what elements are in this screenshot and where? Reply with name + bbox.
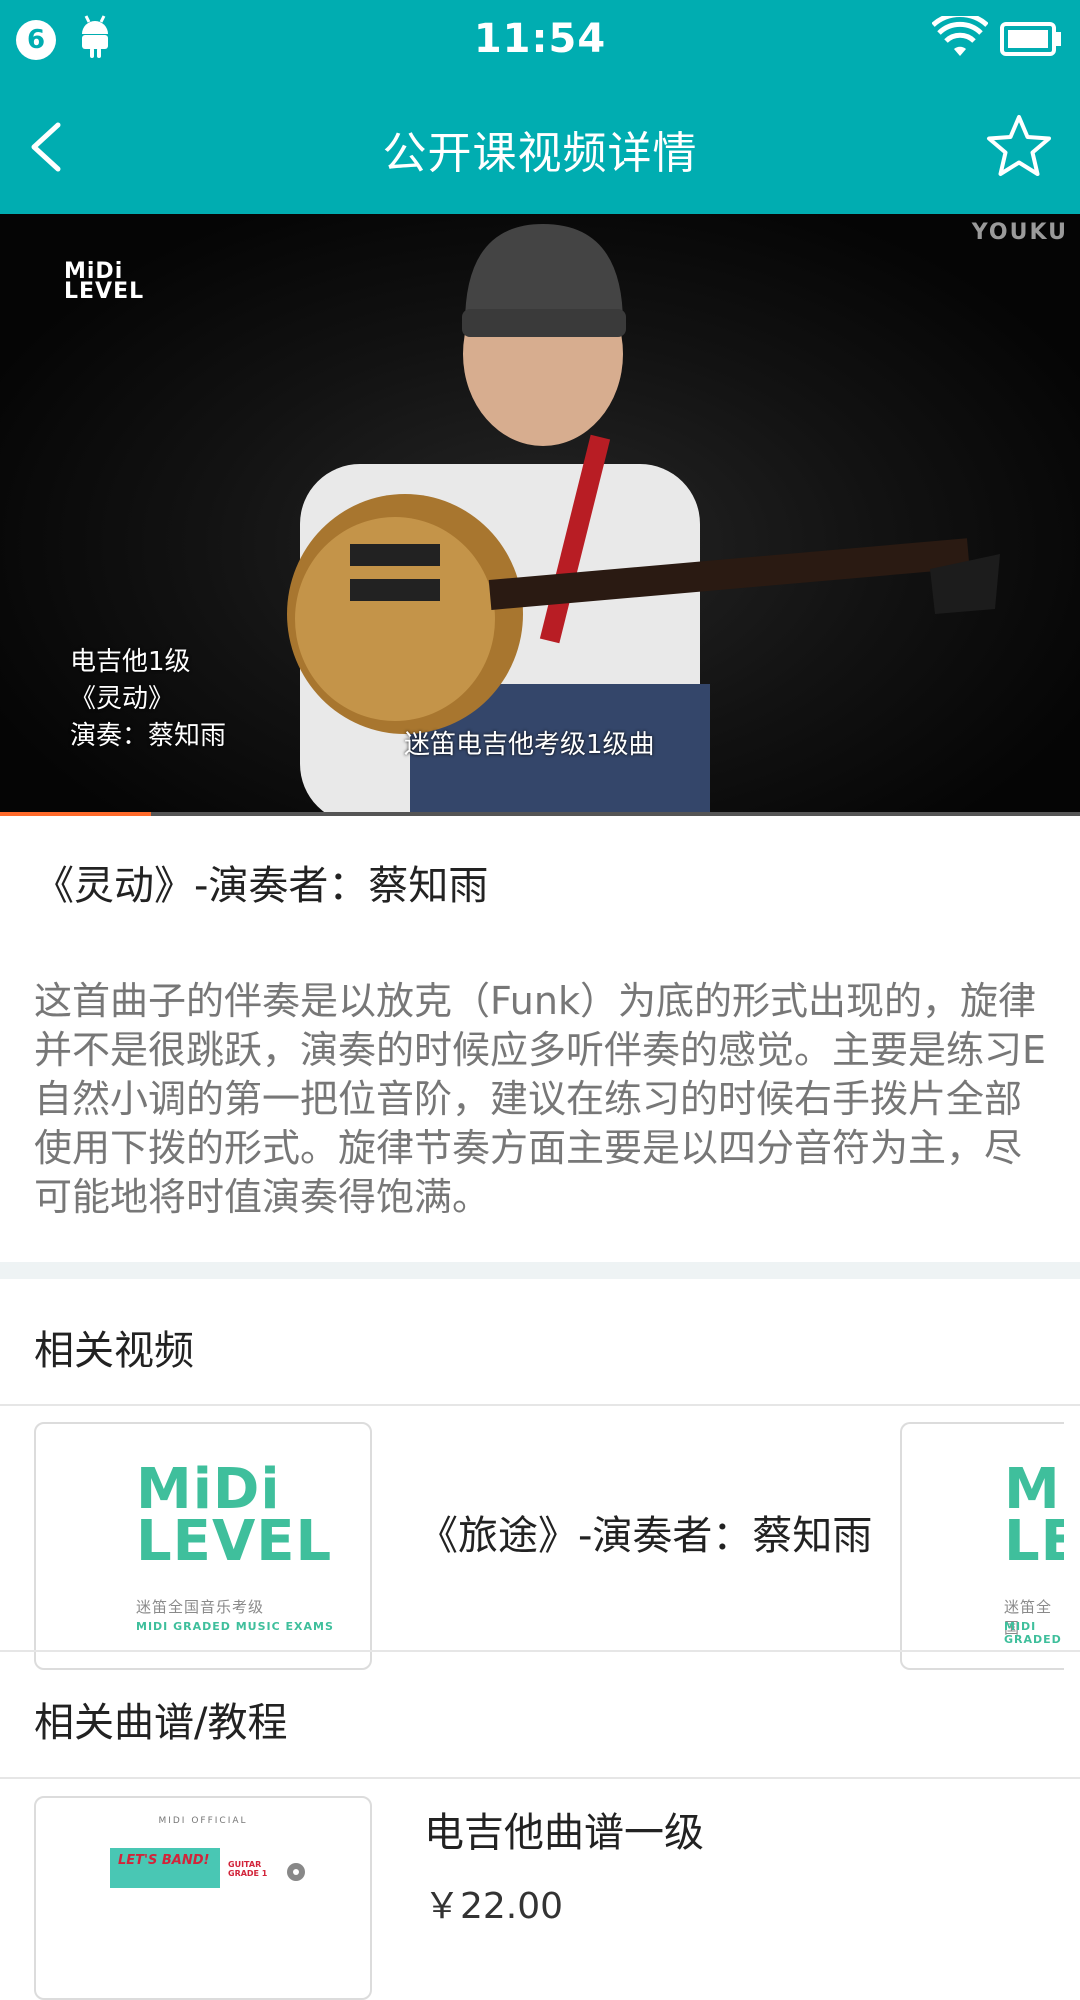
divider [0,1777,1080,1779]
favorite-star-icon[interactable] [984,111,1054,181]
cover-top-label: MIDI OFFICIAL [158,1816,248,1826]
logo-subtitle-en: MIDI GRADED [1004,1620,1062,1646]
midi-level-logo: MiDi LEVEL [136,1457,333,1574]
battery-icon [1000,22,1061,56]
video-caption: 电吉他1级 《灵动》 演奏：蔡知雨 [70,647,227,751]
tutorial-price: ￥22.00 [424,1886,564,1927]
video-progress-fill [0,812,152,816]
divider [0,1404,1080,1406]
logo-subtitle-en: MIDI GRADED MUSIC EXAMS [136,1620,334,1633]
divider [0,1650,1080,1652]
video-player[interactable]: MiDi LEVEL YOUKU 电吉他1级 《灵动》 演奏：蔡知雨 迷笛电吉他… [0,214,1080,816]
video-description: 这首曲子的伴奏是以放克（Funk）为底的形式出现的，旋律并不是很跳跃，演奏的时候… [34,979,1047,1219]
related-video-title[interactable]: 《旅途》-演奏者：蔡知雨 [418,1503,872,1561]
status-bar: 6 11:54 [0,0,1080,77]
video-subtitle: 迷笛电吉他考级1级曲 [404,730,655,760]
app-bar: 公开课视频详情 [0,77,1080,214]
cover-banner: LET'S BAND! [110,1848,220,1888]
video-watermark: YOUKU [971,220,1068,245]
related-video-thumbnail[interactable]: MiDi LEVEL 迷笛全国 MIDI GRADED [900,1422,1064,1670]
logo-subtitle: 迷笛全国音乐考级 [136,1598,265,1616]
video-progress-bar[interactable] [0,812,1080,816]
video-title: 《灵动》-演奏者：蔡知雨 [34,863,489,909]
page-title: 公开课视频详情 [382,128,698,179]
disc-icon [287,1863,305,1881]
cover-grade: GUITAR GRADE 1 [228,1860,268,1878]
wifi-icon [932,16,988,56]
clock: 11:54 [473,16,607,62]
section-gap [0,1262,1080,1279]
related-videos-heading: 相关视频 [34,1328,194,1374]
tutorial-title[interactable]: 电吉他曲谱一级 [424,1800,704,1858]
midi-level-logo: MiDi LEVEL [1004,1457,1064,1574]
related-video-thumbnail[interactable]: MiDi LEVEL 迷笛全国音乐考级 MIDI GRADED MUSIC EX… [34,1422,372,1670]
video-logo: MiDi LEVEL [64,259,145,304]
tutorial-cover[interactable]: MIDI OFFICIAL LET'S BAND! GUITAR GRADE 1 [34,1796,372,2000]
related-tutorials-heading: 相关曲谱/教程 [34,1700,288,1746]
